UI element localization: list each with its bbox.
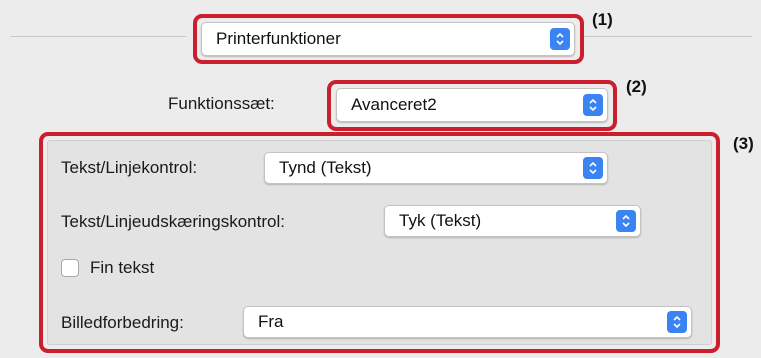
updown-stepper-icon[interactable] (616, 210, 636, 232)
text-line-control-popup[interactable]: Tynd (Tekst) (264, 152, 608, 184)
printer-functions-value: Printerfunktioner (216, 29, 341, 48)
printer-functions-popup[interactable]: Printerfunktioner (201, 22, 575, 56)
feature-set-label: Funktionssæt: (168, 94, 275, 113)
callout-label-1: (1) (592, 10, 613, 29)
updown-stepper-icon[interactable] (583, 157, 603, 179)
updown-stepper-icon[interactable] (667, 311, 687, 333)
text-line-control-value: Tynd (Tekst) (279, 158, 372, 177)
image-enhancement-label: Billedforbedring: (61, 313, 184, 332)
feature-set-popup[interactable]: Avanceret2 (336, 88, 608, 122)
image-enhancement-value: Fra (258, 312, 284, 331)
callout-label-2: (2) (626, 77, 647, 96)
text-line-edge-control-value: Tyk (Tekst) (399, 211, 482, 230)
updown-stepper-icon[interactable] (583, 94, 603, 116)
fine-text-label[interactable]: Fin tekst (90, 258, 154, 278)
separator-line-left (10, 36, 186, 37)
text-line-control-label: Tekst/Linjekontrol: (61, 158, 198, 177)
callout-label-3: (3) (733, 134, 754, 153)
feature-set-value: Avanceret2 (351, 95, 437, 114)
separator-line-right (584, 36, 752, 37)
fine-text-checkbox[interactable] (61, 259, 79, 277)
text-line-edge-control-popup[interactable]: Tyk (Tekst) (384, 205, 641, 237)
text-line-edge-control-label: Tekst/Linjeudskæringskontrol: (61, 212, 285, 231)
updown-stepper-icon[interactable] (550, 28, 570, 50)
image-enhancement-popup[interactable]: Fra (243, 306, 692, 338)
